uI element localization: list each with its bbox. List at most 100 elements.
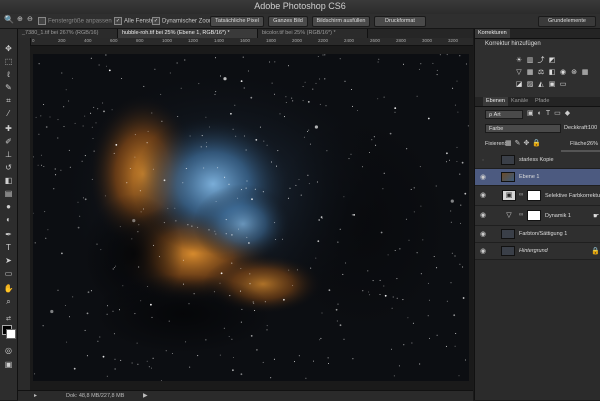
type-tool-icon[interactable]: T [2, 242, 15, 254]
dodge-tool-icon[interactable]: ◐ [2, 214, 15, 226]
lasso-tool-icon[interactable]: ℓ [2, 69, 15, 81]
lock-icons[interactable]: ▦✎✥🔒 [505, 139, 544, 147]
tab-label: bicolor.tif bei 25% (RGB/16*) * [262, 30, 336, 36]
exposure-icon[interactable]: ◩ [548, 57, 556, 65]
ruler-tick: 1800 [266, 38, 277, 43]
lock-label: Fixieren: [485, 141, 507, 147]
resize-windows-checkbox[interactable]: Fenstergröße anpassen [38, 17, 112, 25]
pen-tool-icon[interactable]: ✒ [2, 229, 15, 241]
color-balance-icon[interactable]: ⚖ [537, 69, 545, 77]
tab-document-2[interactable]: hubble-roh.tif bei 25% (Ebene 1, RGB/16*… [118, 29, 258, 38]
tab-layers[interactable]: Ebenen [483, 97, 508, 106]
tab-document-3[interactable]: bicolor.tif bei 25% (RGB/16*) * [258, 29, 368, 38]
ruler-tick: 1600 [240, 38, 251, 43]
zoom-out-icon[interactable]: ⊖ [27, 15, 33, 23]
blur-tool-icon[interactable]: ● [2, 201, 15, 213]
fill-value[interactable]: 26% [587, 141, 598, 147]
posterize-icon[interactable]: ▨ [526, 81, 534, 89]
healing-brush-tool-icon[interactable]: ✚ [2, 123, 15, 135]
fit-screen-button[interactable]: Ganzes Bild [268, 16, 308, 27]
background-color-swatch[interactable] [6, 329, 16, 339]
right-panel-dock: Korrekturen Korrektur hinzufügen ☀ ▥ ⤴ ◩… [474, 29, 600, 400]
threshold-icon[interactable]: ◭ [537, 81, 545, 89]
ruler-tick: 1200 [188, 38, 199, 43]
layer-name: Ebene 1 [519, 174, 540, 180]
layer-row[interactable]: ◉ ▽ ∞ Dynamik 1 ☛ [475, 206, 600, 226]
dynamic-zoom-label: Dynamischer Zoom [162, 18, 215, 25]
visibility-toggle[interactable]: ▫ [478, 156, 488, 165]
brush-tool-icon[interactable]: ✐ [2, 136, 15, 148]
brightness-contrast-icon[interactable]: ☀ [515, 57, 523, 65]
ruler-tick: 2200 [318, 38, 329, 43]
layer-thumbnail [501, 155, 515, 165]
adjustment-icons-grid: ☀ ▥ ⤴ ◩ ▽ ▦ ⚖ ◧ ◉ ⊛ ▦ ◪ ▨ ◭ ▣ ▭ [515, 57, 600, 97]
layer-thumbnail [501, 229, 515, 239]
fill-screen-button[interactable]: Bildschirm ausfüllen [312, 16, 370, 27]
zoom-tool-icon[interactable]: 🔍 [4, 15, 14, 24]
eraser-tool-icon[interactable]: ◧ [2, 175, 15, 187]
selective-color-adjustment-icon: ▣ [502, 190, 516, 201]
tab-adjustments[interactable]: Korrekturen [475, 29, 510, 38]
layer-row[interactable]: ◉ Farbton/Sättigung 1 [475, 226, 600, 243]
layer-row[interactable]: ▫ starless Kopie [475, 152, 600, 169]
channel-mixer-icon[interactable]: ⊛ [570, 69, 578, 77]
layer-filter-icons[interactable]: ▣◐T▭◆ [527, 109, 574, 117]
screen-mode-icon[interactable]: ▣ [2, 359, 15, 371]
eye-icon[interactable]: ◉ [478, 173, 488, 182]
quick-mask-icon[interactable]: ◎ [2, 345, 15, 357]
tab-label: hubble-roh.tif bei 25% (Ebene 1, RGB/16*… [122, 30, 230, 36]
clone-stamp-tool-icon[interactable]: ⊥ [2, 149, 15, 161]
invert-icon[interactable]: ◪ [515, 81, 523, 89]
blend-mode-select[interactable]: Farbe [485, 124, 561, 133]
zoom-tool-icon-2[interactable]: ⌕ [2, 296, 15, 308]
vibrance-icon[interactable]: ▽ [515, 69, 523, 77]
opacity-label: Deckkraft: [564, 125, 589, 131]
curves-icon[interactable]: ⤴ [537, 57, 545, 65]
options-bar: 🔍 ⊕ ⊖ Fenstergröße anpassen ✓ Alle Fenste… [0, 14, 600, 29]
quick-select-tool-icon[interactable]: ✎ [2, 82, 15, 94]
shape-tool-icon[interactable]: ▭ [2, 268, 15, 280]
eye-icon[interactable]: ◉ [478, 230, 488, 239]
print-size-button[interactable]: Druckformat [374, 16, 426, 27]
tab-channels[interactable]: Kanäle [508, 97, 531, 106]
layer-row-active[interactable]: ◉ Ebene 1 [475, 169, 600, 186]
dynamic-zoom-checkbox[interactable]: ✓ Dynamischer Zoom [152, 17, 214, 25]
layer-row[interactable]: ◉ Hintergrund 🔒 [475, 243, 600, 260]
eyedropper-tool-icon[interactable]: ⁄ [2, 108, 15, 120]
eye-icon[interactable]: ◉ [478, 247, 488, 256]
layer-row[interactable]: ◉ ▣ ∞ Selektive Farbkorrektur 1 [475, 186, 600, 206]
move-tool-icon[interactable]: ✥ [2, 43, 15, 55]
workspace-switcher[interactable]: Grundelemente [538, 16, 596, 27]
eye-icon[interactable]: ◉ [478, 211, 488, 220]
ruler-tick: 3200 [448, 38, 459, 43]
hand-tool-icon[interactable]: ✋ [2, 283, 15, 295]
opacity-value[interactable]: 100 [588, 125, 597, 131]
tab-paths[interactable]: Pfade [532, 97, 552, 106]
layer-mask-thumbnail [527, 210, 541, 221]
actual-pixels-button[interactable]: Tatsächliche Pixel [210, 16, 264, 27]
eye-icon[interactable]: ◉ [478, 191, 488, 200]
selective-color-icon[interactable]: ▣ [548, 81, 556, 89]
hue-saturation-icon[interactable]: ▦ [526, 69, 534, 77]
history-brush-tool-icon[interactable]: ↺ [2, 162, 15, 174]
photo-filter-icon[interactable]: ◉ [559, 69, 567, 77]
levels-icon[interactable]: ▥ [526, 57, 534, 65]
status-bar: ▸ Dok: 48,8 MB/227,8 MB ▶ [18, 390, 473, 401]
swap-colors-icon[interactable]: ⇄ [2, 313, 15, 325]
all-windows-checkbox[interactable]: ✓ Alle Fenster [114, 17, 156, 25]
gradient-map-icon[interactable]: ▭ [559, 81, 567, 89]
tab-document-1[interactable]: _7380_1.tif bei 267% (RGB/16) [18, 29, 118, 38]
crop-tool-icon[interactable]: ⌗ [2, 95, 15, 107]
vibrance-adjustment-icon: ▽ [502, 210, 516, 221]
ruler-tick: 3000 [422, 38, 433, 43]
gradient-tool-icon[interactable]: ▤ [2, 188, 15, 200]
black-white-icon[interactable]: ◧ [548, 69, 556, 77]
color-lookup-icon[interactable]: ▦ [581, 69, 589, 77]
tab-label: _7380_1.tif bei 267% (RGB/16) [22, 30, 99, 36]
layer-kind-filter[interactable]: ρ Art [485, 110, 523, 119]
document-canvas[interactable] [33, 54, 469, 381]
path-select-tool-icon[interactable]: ➤ [2, 255, 15, 267]
marquee-tool-icon[interactable]: ⬚ [2, 56, 15, 68]
canvas-area[interactable] [30, 46, 473, 390]
zoom-in-icon[interactable]: ⊕ [17, 15, 23, 23]
